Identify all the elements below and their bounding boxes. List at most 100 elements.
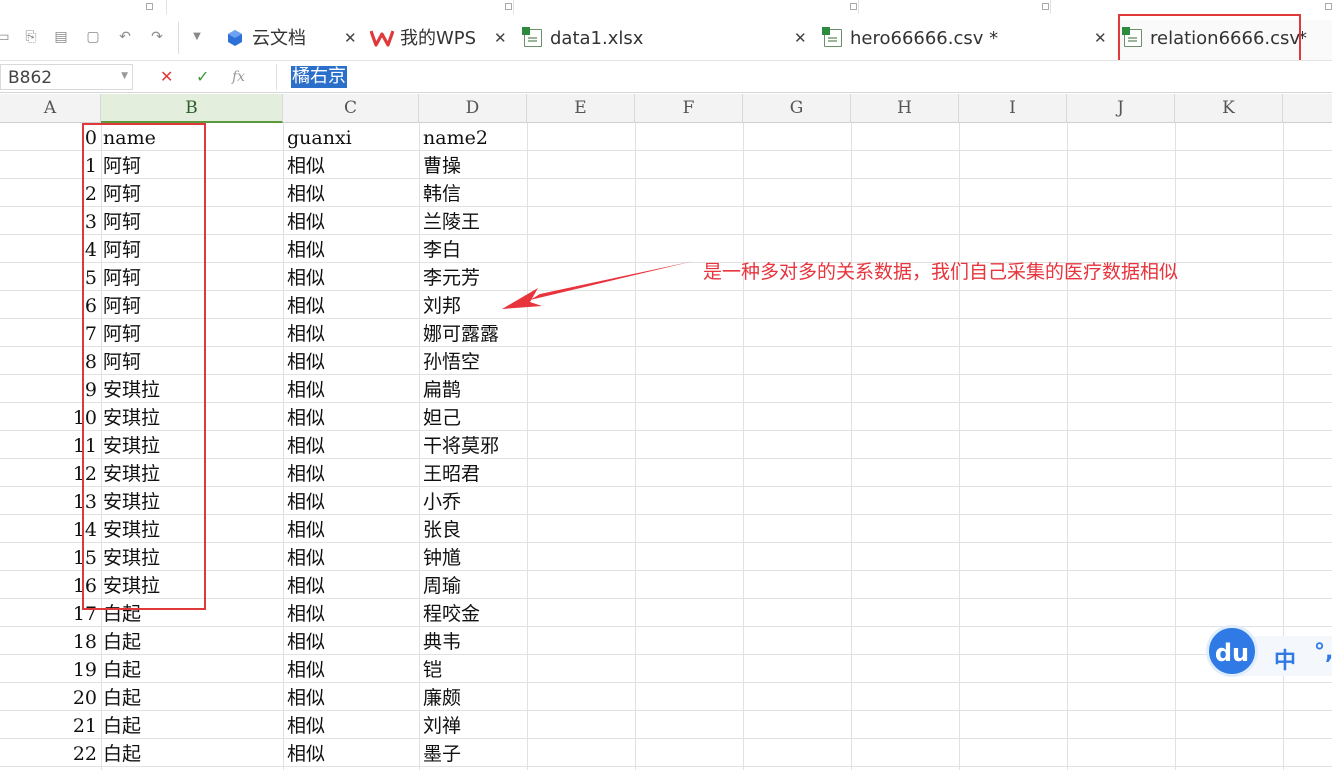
cell-a[interactable]: 19 [0, 655, 99, 683]
table-row[interactable]: 19 白起 相似 铠 [0, 655, 1332, 683]
cell-c[interactable]: 相似 [287, 543, 325, 571]
column-header-d[interactable]: D [419, 94, 527, 123]
cell-d[interactable]: 曹操 [423, 151, 461, 179]
cancel-edit-button[interactable]: ✕ [160, 67, 173, 87]
ime-logo-icon[interactable]: du [1206, 625, 1258, 677]
cell-b[interactable]: 白起 [103, 683, 141, 711]
column-header-a[interactable]: A [0, 94, 101, 123]
cell-a[interactable]: 18 [0, 627, 99, 655]
cell-d[interactable]: 扁鹊 [423, 375, 461, 403]
cell-c[interactable]: 相似 [287, 683, 325, 711]
column-header-f[interactable]: F [635, 94, 743, 123]
cell-a[interactable]: 20 [0, 683, 99, 711]
ime-punctuation-toggle[interactable]: °, [1314, 640, 1332, 665]
cell-d[interactable]: name2 [423, 123, 488, 151]
cell-d[interactable]: 刘禅 [423, 711, 461, 739]
insert-function-button[interactable]: fx [232, 67, 245, 87]
tab-data1-xlsx[interactable]: data1.xlsx ✕ [516, 20, 816, 60]
close-icon[interactable]: ✕ [794, 29, 807, 47]
cell-c[interactable]: 相似 [287, 599, 325, 627]
cell-b[interactable]: 白起 [103, 739, 141, 767]
cell-d[interactable]: 李元芳 [423, 263, 480, 291]
ime-widget[interactable]: du 中 °, [1206, 625, 1332, 677]
cell-c[interactable]: 相似 [287, 403, 325, 431]
cell-b[interactable]: 白起 [103, 655, 141, 683]
export-icon[interactable]: ⎘ [22, 28, 40, 46]
cell-d[interactable]: 娜可露露 [423, 319, 499, 347]
cell-d[interactable]: 刘邦 [423, 291, 461, 319]
column-header-g[interactable]: G [743, 94, 851, 123]
confirm-edit-button[interactable]: ✓ [196, 67, 209, 87]
cell-d[interactable]: 王昭君 [423, 459, 480, 487]
cell-c[interactable]: 相似 [287, 655, 325, 683]
cell-c[interactable]: 相似 [287, 235, 325, 263]
cell-c[interactable]: 相似 [287, 459, 325, 487]
column-header-h[interactable]: H [851, 94, 959, 123]
cell-c[interactable]: 相似 [287, 375, 325, 403]
column-header-j[interactable]: J [1067, 94, 1175, 123]
table-row[interactable]: 22 白起 相似 墨子 [0, 739, 1332, 767]
cell-c[interactable]: 相似 [287, 319, 325, 347]
tab-cloud-docs[interactable]: 云文档 ✕ [218, 20, 366, 60]
cell-d[interactable]: 典韦 [423, 627, 461, 655]
cell-c[interactable]: 相似 [287, 179, 325, 207]
column-header-e[interactable]: E [527, 94, 635, 123]
cell-c[interactable]: 相似 [287, 207, 325, 235]
cell-c[interactable]: 相似 [287, 431, 325, 459]
ime-mode-toggle[interactable]: 中 [1274, 643, 1296, 675]
close-icon[interactable]: ✕ [1094, 29, 1107, 47]
cell-c[interactable]: 相似 [287, 711, 325, 739]
cell-d[interactable]: 廉颇 [423, 683, 461, 711]
cell-b[interactable]: 白起 [103, 627, 141, 655]
cell-c[interactable]: 相似 [287, 571, 325, 599]
cell-c[interactable]: 相似 [287, 627, 325, 655]
cell-d[interactable]: 程咬金 [423, 599, 480, 627]
tab-my-wps[interactable]: 我的WPS ✕ [366, 20, 516, 60]
tab-hero-csv[interactable]: hero66666.csv * ✕ [816, 20, 1116, 60]
print-preview-icon[interactable]: ▢ [84, 28, 102, 46]
cell-c[interactable]: guanxi [287, 123, 352, 151]
cell-d[interactable]: 小乔 [423, 487, 461, 515]
print-icon[interactable]: ▤ [52, 28, 70, 46]
toolbar-dropdown-icon[interactable]: ▼ [188, 28, 206, 46]
chevron-down-icon[interactable]: ▼ [121, 71, 128, 81]
formula-bar: B862 ▼ ✕ ✓ fx 橘右京 [0, 60, 1332, 93]
cell-d[interactable]: 铠 [423, 655, 442, 683]
cell-d[interactable]: 妲己 [423, 403, 461, 431]
cell-a[interactable]: 21 [0, 711, 99, 739]
cell-c[interactable]: 相似 [287, 739, 325, 767]
cell-d[interactable]: 孙悟空 [423, 347, 480, 375]
cell-d[interactable]: 韩信 [423, 179, 461, 207]
column-header-partial[interactable] [1283, 94, 1332, 123]
cell-d[interactable]: 钟馗 [423, 543, 461, 571]
cell-d[interactable]: 周瑜 [423, 571, 461, 599]
cell-d[interactable]: 兰陵王 [423, 207, 480, 235]
close-icon[interactable]: ✕ [494, 29, 507, 47]
cell-c[interactable]: 相似 [287, 263, 325, 291]
cell-d[interactable]: 张良 [423, 515, 461, 543]
divider [513, 0, 514, 14]
cell-c[interactable]: 相似 [287, 151, 325, 179]
table-row[interactable]: 20 白起 相似 廉颇 [0, 683, 1332, 711]
cell-c[interactable]: 相似 [287, 291, 325, 319]
cell-c[interactable]: 相似 [287, 487, 325, 515]
name-box[interactable]: B862 ▼ [0, 64, 133, 90]
cell-c[interactable]: 相似 [287, 515, 325, 543]
table-row[interactable]: 21 白起 相似 刘禅 [0, 711, 1332, 739]
column-header-k[interactable]: K [1175, 94, 1283, 123]
column-header-i[interactable]: I [959, 94, 1067, 123]
cell-d[interactable]: 干将莫邪 [423, 431, 499, 459]
formula-input[interactable]: 橘右京 [276, 64, 1332, 90]
table-row[interactable]: 18 白起 相似 典韦 [0, 627, 1332, 655]
redo-icon[interactable]: ↷ [148, 28, 166, 46]
save-icon[interactable]: ▭ [0, 28, 12, 46]
close-icon[interactable]: ✕ [344, 29, 357, 47]
undo-icon[interactable]: ↶ [116, 28, 134, 46]
cell-d[interactable]: 李白 [423, 235, 461, 263]
cell-d[interactable]: 墨子 [423, 739, 461, 767]
column-header-c[interactable]: C [283, 94, 419, 123]
cell-b[interactable]: 白起 [103, 711, 141, 739]
cell-c[interactable]: 相似 [287, 347, 325, 375]
cell-a[interactable]: 22 [0, 739, 99, 767]
column-header-b[interactable]: B [101, 94, 283, 123]
